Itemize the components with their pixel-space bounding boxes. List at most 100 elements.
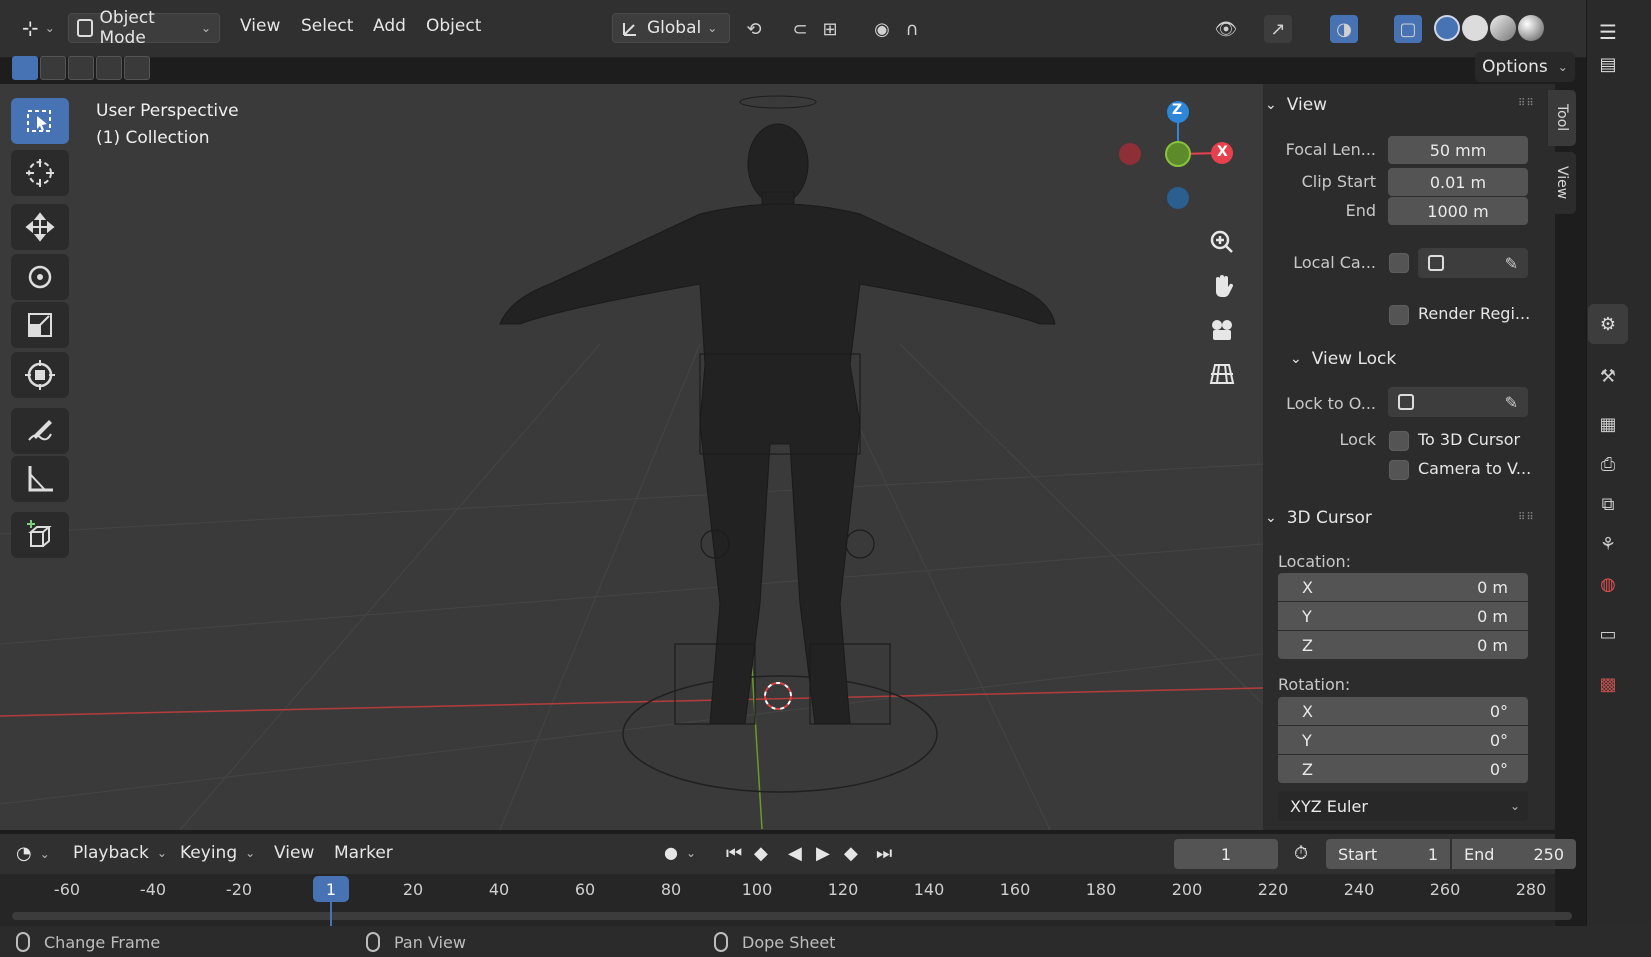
menu-select[interactable]: Select	[301, 16, 353, 36]
location-x-field[interactable]: X 0 m	[1278, 573, 1528, 601]
end-frame-field[interactable]: End 250	[1452, 839, 1576, 869]
eyedropper-icon[interactable]: ✎	[1505, 254, 1518, 273]
menu-add[interactable]: Add	[373, 16, 406, 36]
clip-end-field[interactable]: 1000 m	[1388, 197, 1528, 225]
tab-tool[interactable]: Tool	[1548, 90, 1576, 146]
filter-icon[interactable]: ▤	[1588, 44, 1628, 84]
orientation-dropdown[interactable]: Global ⌄	[612, 13, 730, 43]
local-camera-picker[interactable]: ✎	[1418, 248, 1528, 278]
prev-keyframe-icon[interactable]: ◆	[754, 843, 768, 864]
frame-tick: 80	[660, 880, 682, 899]
hand-glyph	[1216, 275, 1234, 298]
scale-tool[interactable]	[11, 302, 69, 348]
3d-cursor-section-header[interactable]: ⌄ 3D Cursor	[1265, 508, 1372, 528]
tool-properties-icon[interactable]: ⚒	[1588, 356, 1628, 396]
snap-icon[interactable]: ⊂	[786, 15, 814, 43]
play-reverse-icon[interactable]: ◀	[788, 843, 802, 864]
current-frame-field[interactable]: 1	[1174, 839, 1278, 869]
rotate-tool[interactable]	[11, 254, 69, 300]
camera-to-view-checkbox[interactable]	[1389, 460, 1409, 480]
overlays-icon[interactable]: ◑	[1330, 15, 1358, 43]
falloff-icon[interactable]: ∩	[898, 15, 926, 43]
editor-type-button[interactable]: ⊹ ⌄	[14, 13, 63, 43]
next-keyframe-icon[interactable]: ◆	[844, 843, 858, 864]
preview-range-icon[interactable]: ⏱	[1294, 843, 1308, 864]
lock-object-picker[interactable]: ✎	[1388, 387, 1528, 417]
select-subtract-icon[interactable]	[68, 56, 94, 80]
select-extend-icon[interactable]	[40, 56, 66, 80]
location-z-field[interactable]: Z 0 m	[1278, 631, 1528, 659]
rotation-x-field[interactable]: X 0°	[1278, 697, 1528, 725]
pivot-icon[interactable]: ⟲	[740, 15, 768, 43]
drag-grip-icon[interactable]: ⠿⠿	[1518, 512, 1535, 523]
perspective-toggle-icon[interactable]	[1202, 354, 1242, 394]
local-camera-checkbox[interactable]	[1389, 253, 1409, 273]
snap-target-icon[interactable]: ⊞	[816, 15, 844, 43]
xray-icon[interactable]: ▢	[1394, 15, 1422, 43]
render-region-label: Render Regi...	[1418, 304, 1531, 323]
drag-grip-icon[interactable]: ⠿⠿	[1518, 98, 1535, 109]
world-properties-icon[interactable]: ◍	[1588, 564, 1628, 604]
proportional-edit-icon[interactable]: ◉	[868, 15, 896, 43]
menu-object[interactable]: Object	[426, 16, 481, 36]
view-section-header[interactable]: ⌄ View	[1265, 95, 1327, 115]
options-dropdown[interactable]: Options ⌄	[1475, 52, 1575, 82]
play-icon[interactable]: ▶	[816, 843, 830, 864]
select-invert-icon[interactable]	[96, 56, 122, 80]
rotation-mode-dropdown[interactable]: XYZ Euler ⌄	[1278, 791, 1528, 821]
render-properties-icon[interactable]: ▦	[1588, 404, 1628, 444]
move-tool[interactable]	[11, 204, 69, 250]
timeline-editor-type[interactable]: ◔ ⌄	[16, 843, 50, 864]
gizmo-z-label[interactable]: Z	[1172, 102, 1182, 118]
playhead-marker[interactable]: 1	[313, 876, 349, 902]
select-new-icon[interactable]	[12, 56, 38, 80]
lock-to-cursor-checkbox[interactable]	[1389, 431, 1409, 451]
status-dope-sheet: Dope Sheet	[714, 932, 835, 952]
menu-playback[interactable]: Playback ⌄	[73, 843, 167, 863]
zoom-icon[interactable]	[1202, 222, 1242, 262]
transform-tool[interactable]	[11, 352, 69, 398]
gizmo-x-label[interactable]: X	[1217, 144, 1228, 160]
render-region-checkbox[interactable]	[1389, 305, 1409, 325]
rotation-y-field[interactable]: Y 0°	[1278, 726, 1528, 754]
rendered-shading-icon[interactable]	[1518, 15, 1544, 41]
add-cube-tool[interactable]	[11, 512, 69, 558]
location-y-field[interactable]: Y 0 m	[1278, 602, 1528, 630]
menu-keying[interactable]: Keying ⌄	[180, 843, 255, 863]
menu-view[interactable]: View	[240, 16, 280, 36]
cursor-tool[interactable]	[11, 150, 69, 196]
solid-shading-icon[interactable]	[1462, 15, 1488, 41]
measure-tool[interactable]	[11, 456, 69, 502]
eyedropper-icon[interactable]: ✎	[1505, 393, 1518, 412]
gizmo-toggle-icon[interactable]: ↗	[1264, 15, 1292, 43]
visibility-icon[interactable]: 👁	[1212, 15, 1240, 43]
pan-hand-icon[interactable]	[1202, 266, 1242, 306]
texture-properties-icon[interactable]: ▩	[1588, 664, 1628, 704]
clip-start-field[interactable]: 0.01 m	[1388, 168, 1528, 196]
jump-start-icon[interactable]: ⏮	[726, 843, 742, 864]
view-layer-icon[interactable]: ⧉	[1588, 484, 1628, 524]
start-frame-field[interactable]: Start 1	[1326, 839, 1450, 869]
annotate-tool[interactable]	[11, 408, 69, 454]
material-shading-icon[interactable]	[1490, 15, 1516, 41]
auto-keying-toggle[interactable]: ● ⌄	[664, 843, 696, 862]
scene-properties-icon[interactable]: ⚘	[1588, 524, 1628, 564]
focal-length-field[interactable]: 50 mm	[1388, 136, 1528, 164]
menu-marker[interactable]: Marker	[334, 843, 393, 863]
wireframe-shading-icon[interactable]	[1434, 15, 1460, 41]
select-box-tool[interactable]	[11, 98, 69, 144]
jump-end-icon[interactable]: ⏭	[876, 843, 892, 864]
mode-dropdown[interactable]: Object Mode ⌄	[68, 8, 220, 48]
menu-timeline-view[interactable]: View	[274, 843, 314, 863]
tab-view[interactable]: View	[1548, 152, 1576, 214]
rotation-z-field[interactable]: Z 0°	[1278, 755, 1528, 783]
select-intersect-icon[interactable]	[124, 56, 150, 80]
collection-properties-icon[interactable]: ▭	[1588, 614, 1628, 654]
properties-editor-icon[interactable]: ⚙	[1588, 304, 1628, 344]
camera-view-icon[interactable]	[1202, 310, 1242, 350]
lock-to-cursor-label: To 3D Cursor	[1418, 430, 1521, 449]
timeline-scrollbar[interactable]	[12, 912, 1572, 920]
view-lock-section-header[interactable]: ⌄ View Lock	[1290, 349, 1396, 369]
output-properties-icon[interactable]: ⎙	[1588, 444, 1628, 484]
view-lock-title: View Lock	[1311, 349, 1397, 369]
